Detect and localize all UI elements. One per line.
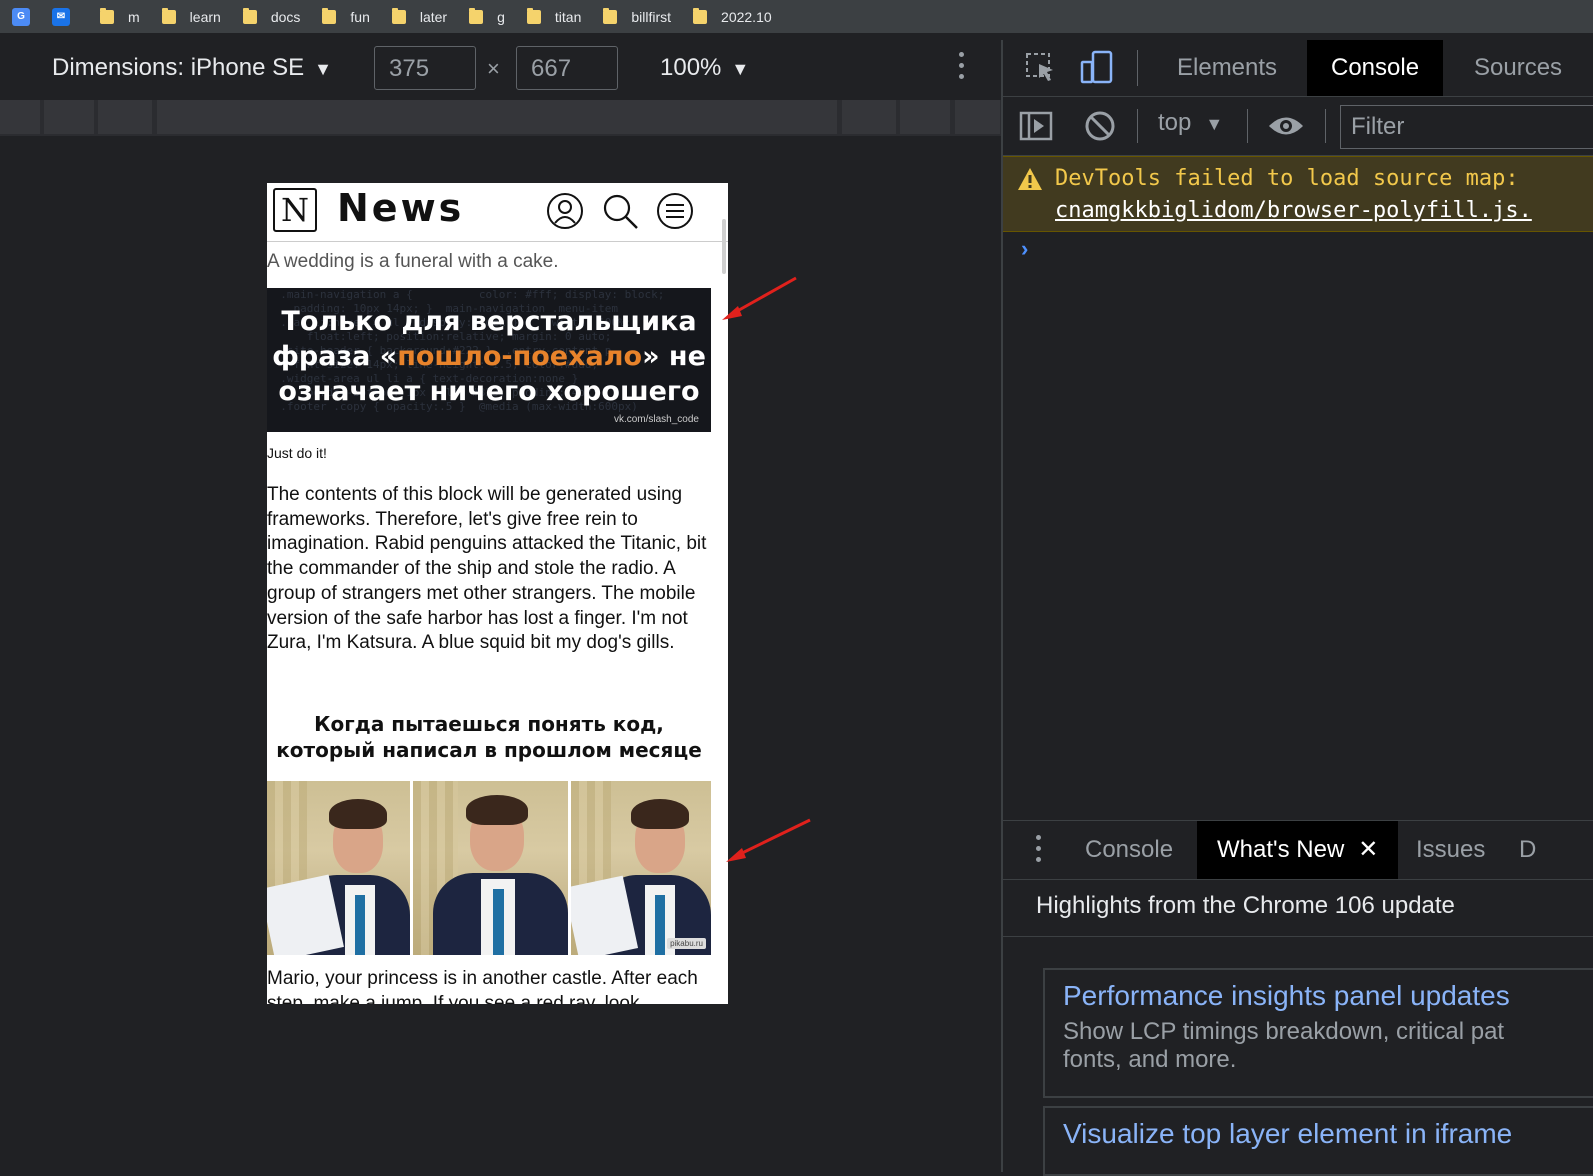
- devtools-tabbar: Elements Console Sources: [1003, 40, 1593, 97]
- media-query-ruler[interactable]: [0, 100, 1002, 136]
- console-toolbar: top ▼ Filter: [1003, 97, 1593, 156]
- google-translate-icon[interactable]: G: [12, 7, 30, 26]
- annotation-arrow: [726, 818, 811, 862]
- height-input[interactable]: 667: [516, 46, 618, 90]
- drawer-tab-more[interactable]: D: [1499, 821, 1556, 879]
- folder-icon: [526, 7, 541, 24]
- ruler-segment[interactable]: [955, 100, 1000, 134]
- more-options-icon[interactable]: [956, 52, 966, 79]
- site-logo-text[interactable]: News: [337, 186, 464, 230]
- inspect-element-icon[interactable]: [1023, 50, 1059, 86]
- article-paragraph: The contents of this block will be gener…: [267, 484, 707, 654]
- folder-icon: [322, 7, 337, 24]
- drawer-tabbar: Console What's New ✕ Issues D: [1003, 820, 1593, 880]
- ruler-segment[interactable]: [0, 100, 40, 134]
- meme-image-2: pikabu.ru: [267, 781, 711, 955]
- ruler-segment[interactable]: [157, 100, 837, 134]
- drawer-tab-whats-new[interactable]: What's New ✕: [1197, 821, 1399, 879]
- meme-panel: [267, 781, 410, 955]
- meme-1-credit: vk.com/slash_code: [613, 414, 699, 425]
- bookmark-later[interactable]: later: [391, 0, 447, 33]
- phone-viewport[interactable]: N News A wedding is a funeral with a cak…: [267, 183, 728, 1004]
- warning-icon: [1018, 168, 1042, 190]
- console-filter-input[interactable]: Filter: [1340, 105, 1593, 149]
- bookmarks-bar: G ✉ m learn docs fun later g titan billf…: [0, 0, 1593, 33]
- context-select[interactable]: top ▼: [1158, 109, 1223, 137]
- dimensions-select[interactable]: Dimensions: iPhone SE ▼: [52, 54, 332, 82]
- show-sidebar-icon[interactable]: [1019, 109, 1053, 143]
- menu-icon[interactable]: [656, 192, 694, 230]
- caret-down-icon: ▼: [1205, 114, 1224, 134]
- ruler-segment[interactable]: [842, 100, 896, 134]
- whats-new-heading: Highlights from the Chrome 106 update: [1036, 892, 1455, 919]
- folder-icon: [693, 7, 708, 24]
- times-symbol: ×: [487, 56, 500, 81]
- console-prompt[interactable]: ›: [1021, 236, 1028, 262]
- tab-console[interactable]: Console: [1307, 40, 1444, 96]
- folder-icon: [603, 7, 618, 24]
- site-header: N News: [267, 183, 728, 242]
- meme-1-caption: Только для верстальщика фраза «пошло-пое…: [272, 306, 706, 407]
- image-caption: Just do it!: [267, 445, 327, 461]
- meme-panel: pikabu.ru: [571, 781, 711, 955]
- close-icon[interactable]: ✕: [1358, 836, 1378, 863]
- meme-2-title: Когда пытаешься понять код, который напи…: [276, 712, 702, 762]
- feature-card-title[interactable]: Performance insights panel updates: [1063, 978, 1583, 1014]
- meme-panel: [413, 781, 568, 955]
- bookmark-billfirst[interactable]: billfirst: [603, 0, 671, 33]
- device-toolbar: Dimensions: iPhone SE ▼ 375 × 667 100% ▼: [0, 40, 1002, 96]
- zoom-select[interactable]: 100% ▼: [660, 54, 749, 82]
- caret-down-icon: ▼: [314, 59, 332, 79]
- live-expression-eye-icon[interactable]: [1267, 111, 1305, 141]
- article-paragraph: Mario, your princess is in another castl…: [267, 968, 698, 1004]
- drawer-tab-console[interactable]: Console: [1065, 821, 1193, 879]
- search-icon[interactable]: [601, 192, 639, 230]
- tab-elements[interactable]: Elements: [1153, 40, 1301, 96]
- source-map-link[interactable]: cnamgkkbiglidom/browser-polyfill.js.: [1055, 195, 1532, 227]
- logo-icon[interactable]: N: [273, 188, 317, 232]
- ruler-segment[interactable]: [98, 100, 152, 134]
- devtools-panel: Elements Console Sources top ▼ Filter De…: [1003, 40, 1593, 1176]
- feature-card-desc: Show LCP timings breakdown, critical pat: [1063, 1018, 1505, 1045]
- mail-icon[interactable]: ✉: [52, 7, 70, 26]
- device-toolbar-icon[interactable]: [1079, 50, 1115, 86]
- bookmark-2022-10[interactable]: 2022.10: [693, 0, 772, 33]
- bookmark-docs[interactable]: docs: [242, 0, 300, 33]
- feature-card[interactable]: Visualize top layer element in iframe: [1043, 1106, 1593, 1176]
- feature-card-title[interactable]: Visualize top layer element in iframe: [1063, 1116, 1583, 1152]
- caret-down-icon: ▼: [731, 59, 750, 79]
- folder-icon: [469, 7, 484, 24]
- bookmark-g[interactable]: g: [469, 0, 505, 33]
- tagline: A wedding is a funeral with a cake.: [267, 251, 559, 272]
- bookmark-titan[interactable]: titan: [526, 0, 581, 33]
- folder-icon: [391, 7, 406, 24]
- feature-card[interactable]: Performance insights panel updates Show …: [1043, 968, 1593, 1098]
- ruler-segment[interactable]: [44, 100, 94, 134]
- clear-console-icon[interactable]: [1083, 109, 1117, 143]
- drawer-menu-icon[interactable]: [1033, 835, 1043, 862]
- bookmark-m[interactable]: m: [100, 0, 140, 33]
- user-icon[interactable]: [546, 192, 584, 230]
- annotation-arrow: [722, 276, 797, 320]
- bookmark-learn[interactable]: learn: [161, 0, 221, 33]
- folder-icon: [242, 7, 257, 24]
- warning-text: DevTools failed to load source map:: [1055, 166, 1519, 191]
- drawer-tab-issues[interactable]: Issues: [1396, 821, 1505, 879]
- ruler-segment[interactable]: [900, 100, 950, 134]
- meme-2-credit: pikabu.ru: [667, 938, 706, 949]
- page-scrollbar[interactable]: [722, 219, 726, 274]
- bookmark-fun[interactable]: fun: [322, 0, 370, 33]
- tab-sources[interactable]: Sources: [1450, 40, 1586, 96]
- console-warning-message: DevTools failed to load source map: cnam…: [1003, 156, 1593, 232]
- meme-image-1: .main-navigation a { color: #fff; displa…: [267, 288, 711, 432]
- feature-card-desc: fonts, and more.: [1063, 1046, 1237, 1073]
- width-input[interactable]: 375: [374, 46, 476, 90]
- folder-icon: [161, 7, 176, 24]
- folder-icon: [100, 7, 114, 24]
